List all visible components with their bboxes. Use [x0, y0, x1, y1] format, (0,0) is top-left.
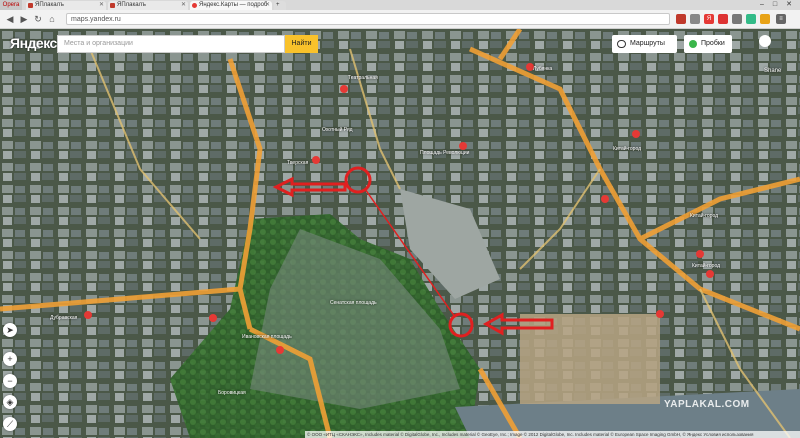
map-label: Охотный Ряд [322, 127, 353, 133]
map-pin-favicon-icon [192, 3, 197, 8]
tab-label: ЯПлакалъ [35, 2, 64, 8]
locate-me-icon[interactable]: ➤ [3, 323, 17, 337]
new-tab-button[interactable]: + [274, 1, 286, 10]
menu-icon[interactable]: ≡ [776, 14, 786, 24]
tab-label: Яндекс.Карты — подроб [199, 2, 268, 8]
yandex-extension-icon[interactable]: Я [704, 14, 714, 24]
map-label: Лубянка [533, 66, 553, 72]
map-label: Площадь Революции [420, 150, 470, 156]
forward-icon[interactable]: ▶ [18, 13, 30, 25]
traffic-button[interactable]: Пробки [684, 35, 732, 53]
extension-icon[interactable] [732, 14, 742, 24]
routes-button[interactable]: Маршруты [612, 35, 677, 53]
star-icon[interactable] [760, 14, 770, 24]
close-tab-icon[interactable]: ✕ [181, 1, 186, 10]
tab-label: ЯПлакалъ [117, 2, 146, 8]
zoom-out-button[interactable]: − [3, 374, 17, 388]
ruler-icon[interactable]: ⟋ [3, 417, 17, 431]
url-field[interactable]: maps.yandex.ru [66, 13, 670, 25]
reload-icon[interactable]: ↻ [32, 13, 44, 25]
map-label: Боровицкая [218, 390, 246, 396]
map-label: Тверская [287, 160, 309, 166]
user-avatar-icon[interactable] [759, 35, 771, 47]
tab-yaplakal-1[interactable]: ЯПлакалъ ✕ [26, 1, 106, 10]
tab-yandex-maps[interactable]: Яндекс.Карты — подроб ✕ [190, 1, 272, 10]
yandex-logo[interactable]: Яндекс [10, 35, 57, 51]
satellite-map[interactable] [0, 29, 800, 438]
back-icon[interactable]: ◀ [4, 13, 16, 25]
opera-menu-button[interactable]: Opera [0, 0, 22, 10]
map-label: Китай-город [613, 146, 642, 152]
watermark: YAPLAKAL.COM [664, 399, 750, 410]
home-icon[interactable]: ⌂ [46, 13, 58, 25]
map-label: Сенатская площадь [330, 300, 377, 306]
close-tab-icon[interactable]: ✕ [265, 1, 270, 10]
tab-bar: Opera ЯПлакалъ ✕ ЯПлакалъ ✕ Яндекс.Карты… [0, 0, 800, 10]
copyright-bar: © ООО «ИТЦ «СКАНЭКС», Includes material … [305, 431, 800, 438]
search-input[interactable]: Места и организации [57, 35, 285, 53]
routes-button-label: Маршруты [630, 40, 665, 47]
extension-icon[interactable] [690, 14, 700, 24]
maximize-icon[interactable]: □ [769, 0, 781, 10]
extension-icon[interactable] [718, 14, 728, 24]
traffic-light-icon [689, 40, 697, 48]
traffic-button-label: Пробки [701, 40, 725, 47]
extension-icon[interactable] [676, 14, 686, 24]
edge-label: Shane [764, 68, 782, 74]
search-button[interactable]: Найти [285, 35, 318, 53]
layers-icon[interactable]: ◈ [3, 395, 17, 409]
map-label: Китай-город [690, 213, 719, 219]
close-tab-icon[interactable]: ✕ [99, 1, 104, 10]
tab-yaplakal-2[interactable]: ЯПлакалъ ✕ [108, 1, 188, 10]
map-label: Ивановская площадь [242, 334, 292, 340]
download-icon[interactable] [746, 14, 756, 24]
map-label: Дубравская [50, 315, 78, 321]
map-label: Театральная [348, 75, 378, 81]
minimize-icon[interactable]: – [756, 0, 768, 10]
close-window-icon[interactable]: ✕ [783, 0, 795, 10]
yaplakal-favicon-icon [28, 3, 33, 8]
zoom-in-button[interactable]: + [3, 352, 17, 366]
yaplakal-favicon-icon [110, 3, 115, 8]
address-bar: ◀ ▶ ↻ ⌂ maps.yandex.ru Я ≡ [0, 10, 800, 29]
map-label: Китай-город [692, 263, 721, 269]
route-icon [617, 40, 626, 48]
